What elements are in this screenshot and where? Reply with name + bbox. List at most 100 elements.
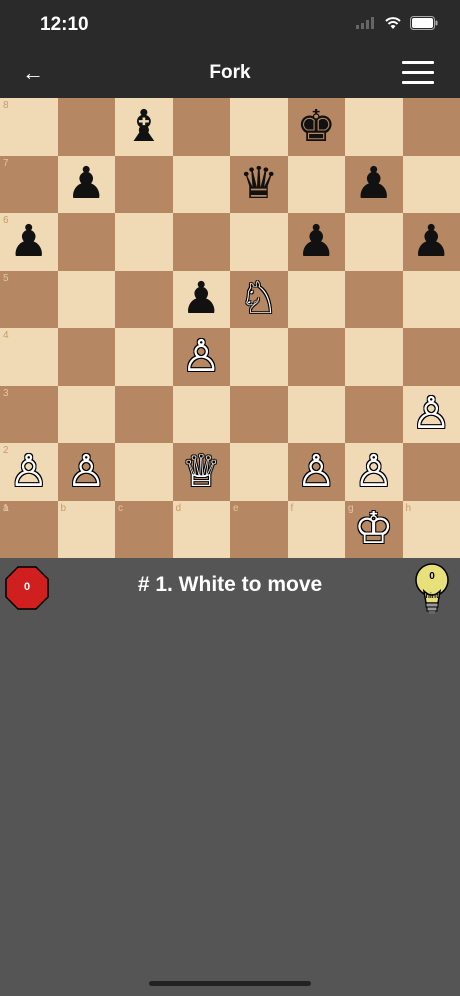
square-g6[interactable] bbox=[345, 213, 403, 271]
square-d7[interactable] bbox=[172, 155, 230, 213]
square-d1[interactable]: d bbox=[172, 500, 230, 558]
square-h7[interactable] bbox=[402, 155, 460, 213]
square-f3[interactable] bbox=[287, 385, 345, 443]
square-f2[interactable]: ♙ bbox=[287, 443, 345, 501]
square-e1[interactable]: e bbox=[230, 500, 288, 558]
square-d3[interactable] bbox=[172, 385, 230, 443]
square-c6[interactable] bbox=[115, 213, 173, 271]
chess-piece-h3[interactable]: ♙ bbox=[412, 389, 451, 439]
square-c3[interactable] bbox=[115, 385, 173, 443]
square-g4[interactable] bbox=[345, 328, 403, 386]
square-c5[interactable] bbox=[115, 270, 173, 328]
square-d5[interactable]: ♟ bbox=[172, 270, 230, 328]
file-label: b bbox=[60, 502, 67, 514]
square-f1[interactable]: f bbox=[287, 500, 345, 558]
hint-label: hint bbox=[425, 593, 439, 600]
square-e4[interactable] bbox=[230, 328, 288, 386]
square-h8[interactable] bbox=[402, 98, 460, 156]
square-c2[interactable] bbox=[115, 443, 173, 501]
square-f8[interactable]: ♚ bbox=[287, 98, 345, 156]
square-g1[interactable]: g ♔ bbox=[345, 500, 403, 558]
square-a2[interactable]: 2 ♙ bbox=[0, 443, 58, 501]
square-g5[interactable] bbox=[345, 270, 403, 328]
chess-piece-e7[interactable]: ♛ bbox=[239, 159, 278, 209]
file-label: f bbox=[290, 502, 294, 514]
rank-label: 2 bbox=[3, 445, 9, 456]
square-e2[interactable] bbox=[230, 443, 288, 501]
status-icons bbox=[356, 16, 438, 30]
battery-icon bbox=[410, 16, 438, 30]
chess-piece-g7[interactable]: ♟ bbox=[354, 159, 393, 209]
nav-bar: ← Fork bbox=[0, 50, 460, 98]
square-d8[interactable] bbox=[172, 98, 230, 156]
square-g3[interactable] bbox=[345, 385, 403, 443]
square-b6[interactable] bbox=[57, 213, 115, 271]
square-b5[interactable] bbox=[57, 270, 115, 328]
square-g7[interactable]: ♟ bbox=[345, 155, 403, 213]
square-f7[interactable] bbox=[287, 155, 345, 213]
file-label: a bbox=[3, 502, 9, 514]
chess-piece-h6[interactable]: ♟ bbox=[412, 216, 451, 267]
square-e6[interactable] bbox=[230, 213, 288, 271]
chess-piece-d5[interactable]: ♟ bbox=[182, 274, 221, 324]
chess-piece-a6[interactable]: ♟ bbox=[9, 216, 48, 267]
square-h1[interactable]: h bbox=[402, 500, 460, 558]
square-e5[interactable]: ♘ bbox=[230, 270, 288, 328]
square-a6[interactable]: 6 ♟ bbox=[0, 213, 58, 271]
square-h6[interactable]: ♟ bbox=[402, 213, 460, 271]
chess-piece-g2[interactable]: ♙ bbox=[354, 446, 393, 497]
square-h3[interactable]: ♙ bbox=[402, 385, 460, 443]
square-h2[interactable] bbox=[402, 443, 460, 501]
square-a5[interactable]: 5 bbox=[0, 270, 58, 328]
file-label: g bbox=[348, 502, 354, 514]
square-d6[interactable] bbox=[172, 213, 230, 271]
chess-piece-g1[interactable]: ♔ bbox=[354, 504, 393, 554]
square-a4[interactable]: 4 bbox=[0, 328, 58, 386]
rank-label: 4 bbox=[3, 330, 9, 341]
square-f4[interactable] bbox=[287, 328, 345, 386]
chess-board[interactable]: 8 ♝ ♚ 7 ♟ ♛ ♟ 6 ♟ ♟ ♟ 5 ♟ ♘ 4 ♙ 3 ♙ 2 ♙ ♙ ♕ ♙ ♙ 1 a b c d e f g ♔ h bbox=[0, 98, 460, 558]
chess-piece-e5[interactable]: ♘ bbox=[239, 274, 278, 324]
square-h4[interactable] bbox=[402, 328, 460, 386]
square-b3[interactable] bbox=[57, 385, 115, 443]
chess-piece-d2[interactable]: ♕ bbox=[182, 446, 221, 497]
square-e8[interactable] bbox=[230, 98, 288, 156]
square-b2[interactable]: ♙ bbox=[57, 443, 115, 501]
square-c7[interactable] bbox=[115, 155, 173, 213]
rank-label: 5 bbox=[3, 272, 9, 284]
square-b1[interactable]: b bbox=[57, 500, 115, 558]
chess-piece-c8[interactable]: ♝ bbox=[124, 101, 163, 152]
square-c8[interactable]: ♝ bbox=[115, 98, 173, 156]
square-g2[interactable]: ♙ bbox=[345, 443, 403, 501]
chess-piece-f2[interactable]: ♙ bbox=[297, 446, 336, 497]
chess-piece-d4[interactable]: ♙ bbox=[182, 331, 221, 382]
square-a7[interactable]: 7 bbox=[0, 155, 58, 213]
square-d2[interactable]: ♕ bbox=[172, 443, 230, 501]
chess-piece-f6[interactable]: ♟ bbox=[297, 216, 336, 267]
square-b8[interactable] bbox=[57, 98, 115, 156]
home-indicator bbox=[149, 981, 311, 986]
square-e3[interactable] bbox=[230, 385, 288, 443]
square-h5[interactable] bbox=[402, 270, 460, 328]
signal-icon bbox=[356, 17, 374, 29]
hamburger-menu-icon[interactable] bbox=[402, 61, 434, 85]
square-d4[interactable]: ♙ bbox=[172, 328, 230, 386]
square-g8[interactable] bbox=[345, 98, 403, 156]
square-c1[interactable]: c bbox=[115, 500, 173, 558]
square-a3[interactable]: 3 bbox=[0, 385, 58, 443]
square-e7[interactable]: ♛ bbox=[230, 155, 288, 213]
chess-piece-b7[interactable]: ♟ bbox=[67, 159, 106, 209]
square-f6[interactable]: ♟ bbox=[287, 213, 345, 271]
square-f5[interactable] bbox=[287, 270, 345, 328]
square-c4[interactable] bbox=[115, 328, 173, 386]
chess-piece-a2[interactable]: ♙ bbox=[9, 446, 48, 497]
lightbulb-hint-icon[interactable] bbox=[413, 561, 451, 619]
rank-label: 7 bbox=[3, 157, 9, 169]
square-a1[interactable]: 1a bbox=[0, 500, 58, 558]
chess-piece-b2[interactable]: ♙ bbox=[67, 446, 106, 497]
square-b4[interactable] bbox=[57, 328, 115, 386]
wifi-icon bbox=[385, 17, 401, 29]
square-b7[interactable]: ♟ bbox=[57, 155, 115, 213]
chess-piece-f8[interactable]: ♚ bbox=[297, 101, 336, 152]
square-a8[interactable]: 8 bbox=[0, 98, 58, 156]
